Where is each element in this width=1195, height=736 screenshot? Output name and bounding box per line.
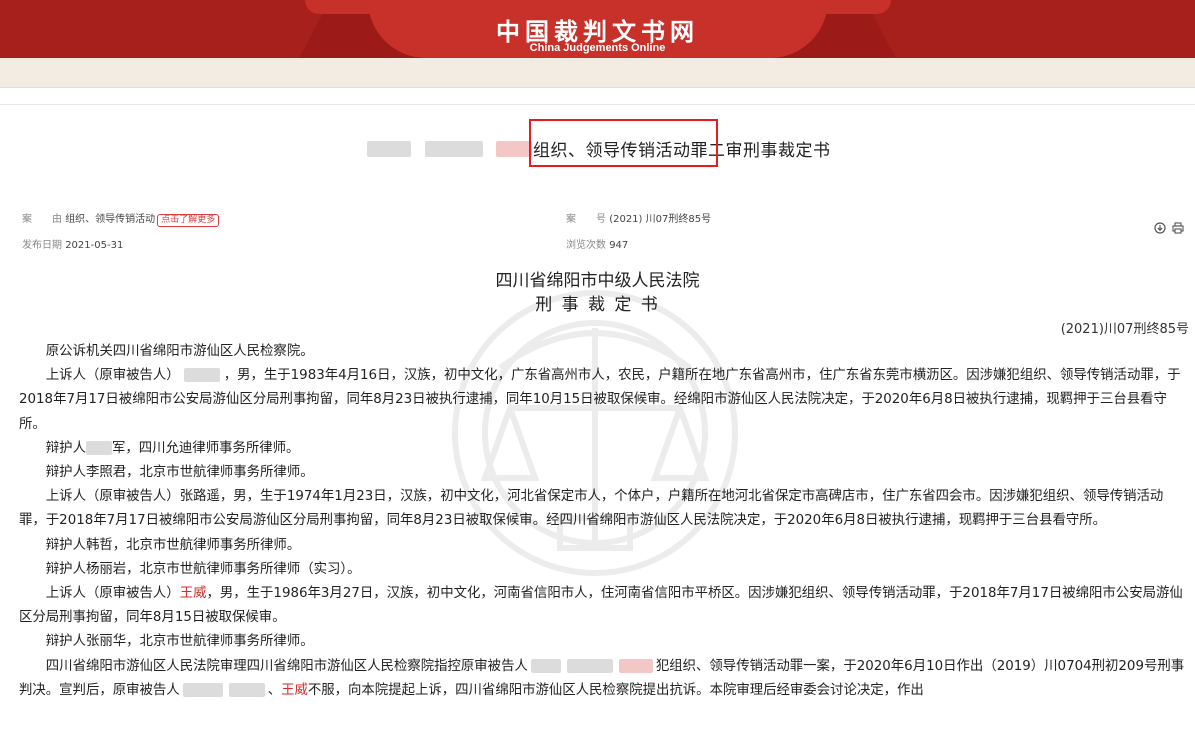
text: 不服，向本院提起上诉，四川省绵阳市游仙区人民检察院提出抗诉。本院审理后经审委会讨…: [307, 682, 924, 698]
meta-date: 发布日期 2021-05-31: [22, 236, 123, 251]
paragraph: 辩护人 军，四川允迪律师事务所律师。: [19, 437, 1189, 461]
text: 上诉人（原审被告人）: [45, 586, 180, 602]
site-logo-subtitle: China Judgements Online: [529, 42, 666, 54]
redacted-block: [367, 141, 411, 157]
document-type: 刑 事 裁 定 书: [535, 295, 660, 315]
paragraph: 辩护人张丽华，北京市世航律师事务所律师。: [45, 634, 314, 650]
text: 、: [267, 682, 282, 698]
paragraph: 四川省绵阳市游仙区人民法院审理四川省绵阳市游仙区人民检察院指控原审被告人 犯组织、…: [19, 655, 1189, 703]
document-body: 原公诉机关四川省绵阳市游仙区人民检察院。 上诉人（原审被告人） ，男，生于1983…: [19, 340, 1189, 703]
paragraph: 上诉人（原审被告人）张路遥，男，生于1974年1月23日，汉族，初中文化，河北省…: [19, 489, 1164, 529]
redacted-block: [228, 682, 265, 697]
meta-views: 浏览次数 947: [566, 236, 628, 251]
paragraph: 辩护人韩哲，北京市世航律师事务所律师。: [45, 537, 301, 553]
highlighted-name: 王威: [281, 682, 308, 698]
text: 军，四川允迪律师事务所律师。: [111, 440, 300, 456]
redacted-block: [425, 141, 483, 157]
meta-cause: 案 由 组织、领导传销活动 点击了解更多: [22, 210, 220, 227]
text: 辩护人: [45, 440, 86, 456]
redacted-block: [618, 658, 653, 673]
learn-more-tag[interactable]: 点击了解更多: [157, 214, 220, 227]
court-case-number: (2021)川07刑终85号: [1060, 322, 1189, 337]
meta-date-key: 发布日期: [22, 240, 62, 251]
text: 四川省绵阳市游仙区人民法院审理四川省绵阳市游仙区人民检察院指控原审被告人: [45, 658, 528, 674]
redacted-block: [566, 658, 613, 673]
meta-views-key: 浏览次数: [566, 240, 606, 251]
highlighted-name: 王威: [179, 586, 207, 602]
meta-cause-value: 组织、领导传销活动: [65, 214, 156, 225]
redacted-block: [182, 682, 223, 697]
paragraph: 原公诉机关四川省绵阳市游仙区人民检察院。: [45, 344, 314, 359]
meta-caseno: 案 号 (2021) 川07刑终85号: [566, 210, 711, 225]
highlight-box: [529, 119, 718, 167]
meta-date-value: 2021-05-31: [65, 240, 124, 251]
redacted-block: [183, 368, 220, 383]
redacted-block: [530, 658, 561, 673]
paragraph: 辩护人李照君，北京市世航律师事务所律师。: [45, 465, 314, 481]
redacted-block: [496, 141, 532, 157]
nav-strip: [0, 58, 1195, 88]
site-banner: 中国裁判文书网 China Judgements Online: [0, 0, 1195, 58]
download-icon[interactable]: [1154, 221, 1166, 234]
print-icon[interactable]: [1172, 221, 1184, 234]
meta-cause-key: 案 由: [22, 214, 62, 225]
meta-views-value: 947: [609, 240, 629, 251]
court-name: 四川省绵阳市中级人民法院: [495, 271, 700, 291]
paragraph: 上诉人（原审被告人）王威，男，生于1986年3月27日，汉族，初中文化，河南省信…: [19, 582, 1189, 630]
meta-caseno-value: (2021) 川07刑终85号: [609, 214, 712, 225]
paragraph: 辩护人杨丽岩，北京市世航律师事务所律师（实习）。: [45, 561, 361, 577]
doc-tools: [1154, 220, 1184, 234]
paragraph: 上诉人（原审被告人） ，男，生于1983年4月16日，汉族，初中文化，广东省高州市…: [19, 364, 1189, 437]
meta-caseno-key: 案 号: [566, 214, 606, 225]
redacted-block: [85, 440, 112, 455]
text: 上诉人（原审被告人）: [45, 368, 180, 384]
